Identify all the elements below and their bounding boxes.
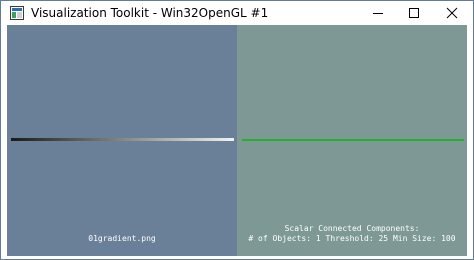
minimize-button[interactable] — [358, 1, 398, 25]
threshold-value: 25 — [378, 234, 389, 243]
min-size-value: 100 — [441, 234, 456, 243]
minimize-icon — [373, 13, 383, 14]
input-image-caption: 01gradient.png — [88, 234, 156, 243]
gradient-image-strip — [11, 138, 234, 141]
min-size-label: Min Size: — [388, 234, 442, 243]
objects-label: # of Objects: — [248, 234, 316, 243]
maximize-button[interactable] — [394, 1, 434, 25]
connected-component-strip — [242, 139, 464, 141]
maximize-icon — [409, 8, 419, 18]
input-image-viewport[interactable]: 01gradient.png — [7, 25, 237, 256]
vtk-render-window: Visualization Toolkit - Win32OpenGL #1 0… — [0, 0, 474, 260]
vtk-app-icon — [10, 6, 24, 20]
components-caption-stats: # of Objects: 1 Threshold: 25 Min Size: … — [237, 234, 467, 244]
threshold-label: Threshold: — [320, 234, 379, 243]
title-bar[interactable]: Visualization Toolkit - Win32OpenGL #1 — [1, 1, 473, 25]
components-viewport[interactable]: Scalar Connected Components: # of Object… — [237, 25, 467, 256]
close-button[interactable] — [432, 1, 472, 25]
window-title: Visualization Toolkit - Win32OpenGL #1 — [31, 6, 269, 20]
components-caption-title: Scalar Connected Components: — [284, 224, 420, 233]
close-icon — [446, 7, 458, 19]
